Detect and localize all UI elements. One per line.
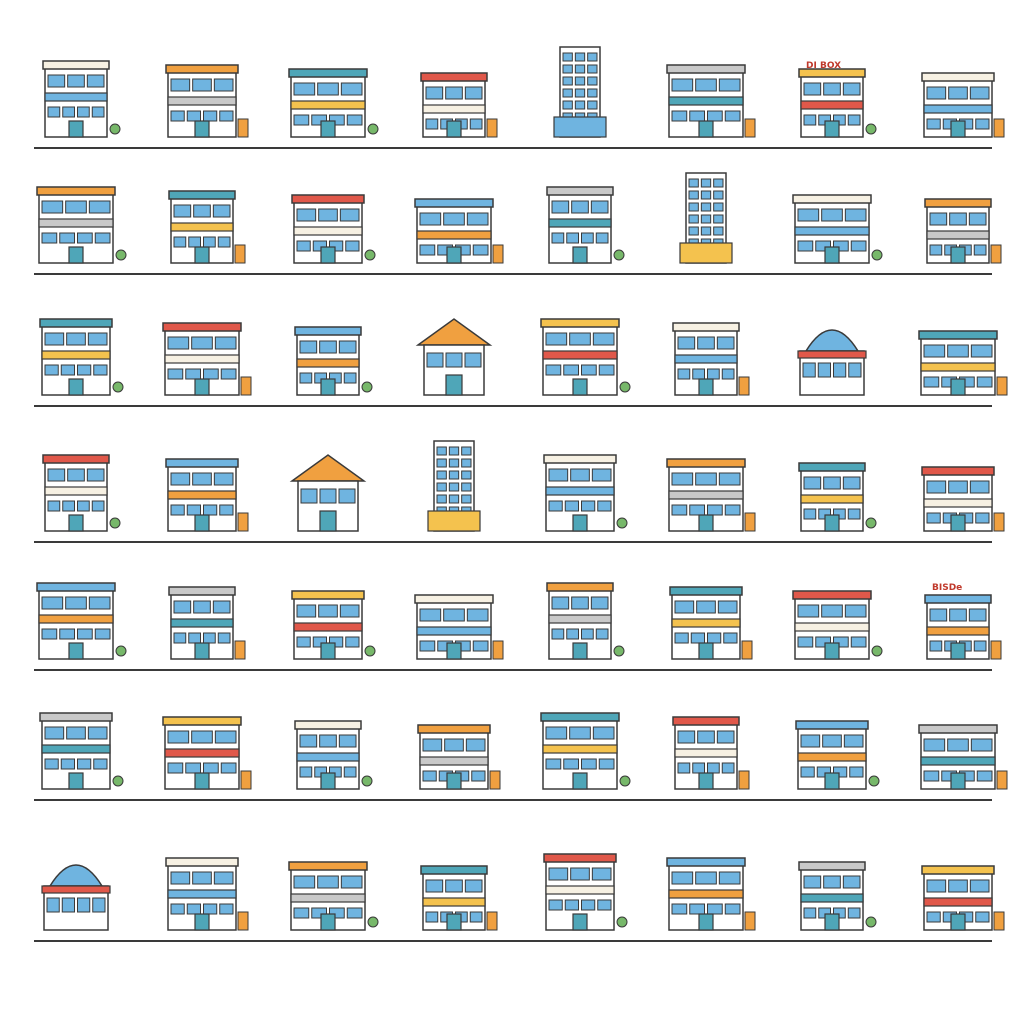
- shop-building-icon: [650, 689, 762, 801]
- shop-building-icon: [146, 431, 258, 543]
- shop-building-icon: [272, 559, 384, 671]
- shop-building-icon: [776, 830, 888, 942]
- shop-building-icon: [650, 830, 762, 942]
- shop-building-icon: [146, 830, 258, 942]
- shop-building-icon: [776, 431, 888, 543]
- shop-building-icon: [524, 431, 636, 543]
- shop-building-icon: [146, 559, 258, 671]
- dome-building-icon: [776, 295, 888, 407]
- shop-building-icon: [776, 163, 888, 275]
- shop-building-icon: [20, 689, 132, 801]
- shop-building-icon: [776, 559, 888, 671]
- shop-building-icon: [398, 559, 510, 671]
- shop-building-icon: [272, 689, 384, 801]
- storefront-sign: BISDe: [932, 583, 963, 593]
- shop-building-icon: [524, 689, 636, 801]
- shop-building-icon: [650, 295, 762, 407]
- shop-building-icon: [902, 37, 1014, 149]
- shop-building-icon: [398, 689, 510, 801]
- shop-building-icon: [272, 37, 384, 149]
- shop-building-icon: [398, 37, 510, 149]
- shop-building-icon: [146, 37, 258, 149]
- shop-building-icon: [20, 431, 132, 543]
- house-building-icon: [398, 295, 510, 407]
- tower-building-icon: [398, 431, 510, 543]
- shop-building-icon: [272, 163, 384, 275]
- shop-building-icon: [20, 295, 132, 407]
- shop-building-icon: [524, 830, 636, 942]
- building-icon-sheet: DI BOX BISDe: [0, 0, 1024, 1024]
- shop-building-icon: [524, 163, 636, 275]
- house-building-icon: [272, 431, 384, 543]
- storefront-sign: DI BOX: [806, 61, 842, 71]
- tower-building-icon: [650, 163, 762, 275]
- shop-building-icon: [146, 689, 258, 801]
- shop-building-icon: [902, 431, 1014, 543]
- shop-building-icon: [20, 37, 132, 149]
- shop-building-icon: [524, 559, 636, 671]
- shop-building-icon: [146, 163, 258, 275]
- shop-building-icon: [776, 37, 888, 149]
- dome-building-icon: [20, 830, 132, 942]
- shop-building-icon: [20, 163, 132, 275]
- shop-building-icon: [20, 559, 132, 671]
- shop-building-icon: [398, 163, 510, 275]
- shop-building-icon: [776, 689, 888, 801]
- tower-building-icon: [524, 37, 636, 149]
- shop-building-icon: [272, 830, 384, 942]
- shop-building-icon: [650, 431, 762, 543]
- shop-building-icon: [902, 295, 1014, 407]
- shop-building-icon: [272, 295, 384, 407]
- shop-building-icon: [146, 295, 258, 407]
- shop-building-icon: [398, 830, 510, 942]
- shop-building-icon: [902, 830, 1014, 942]
- shop-building-icon: [650, 37, 762, 149]
- shop-building-icon: [524, 295, 636, 407]
- shop-building-icon: [902, 163, 1014, 275]
- shop-building-icon: [650, 559, 762, 671]
- shop-building-icon: [902, 689, 1014, 801]
- shop-building-icon: [902, 559, 1014, 671]
